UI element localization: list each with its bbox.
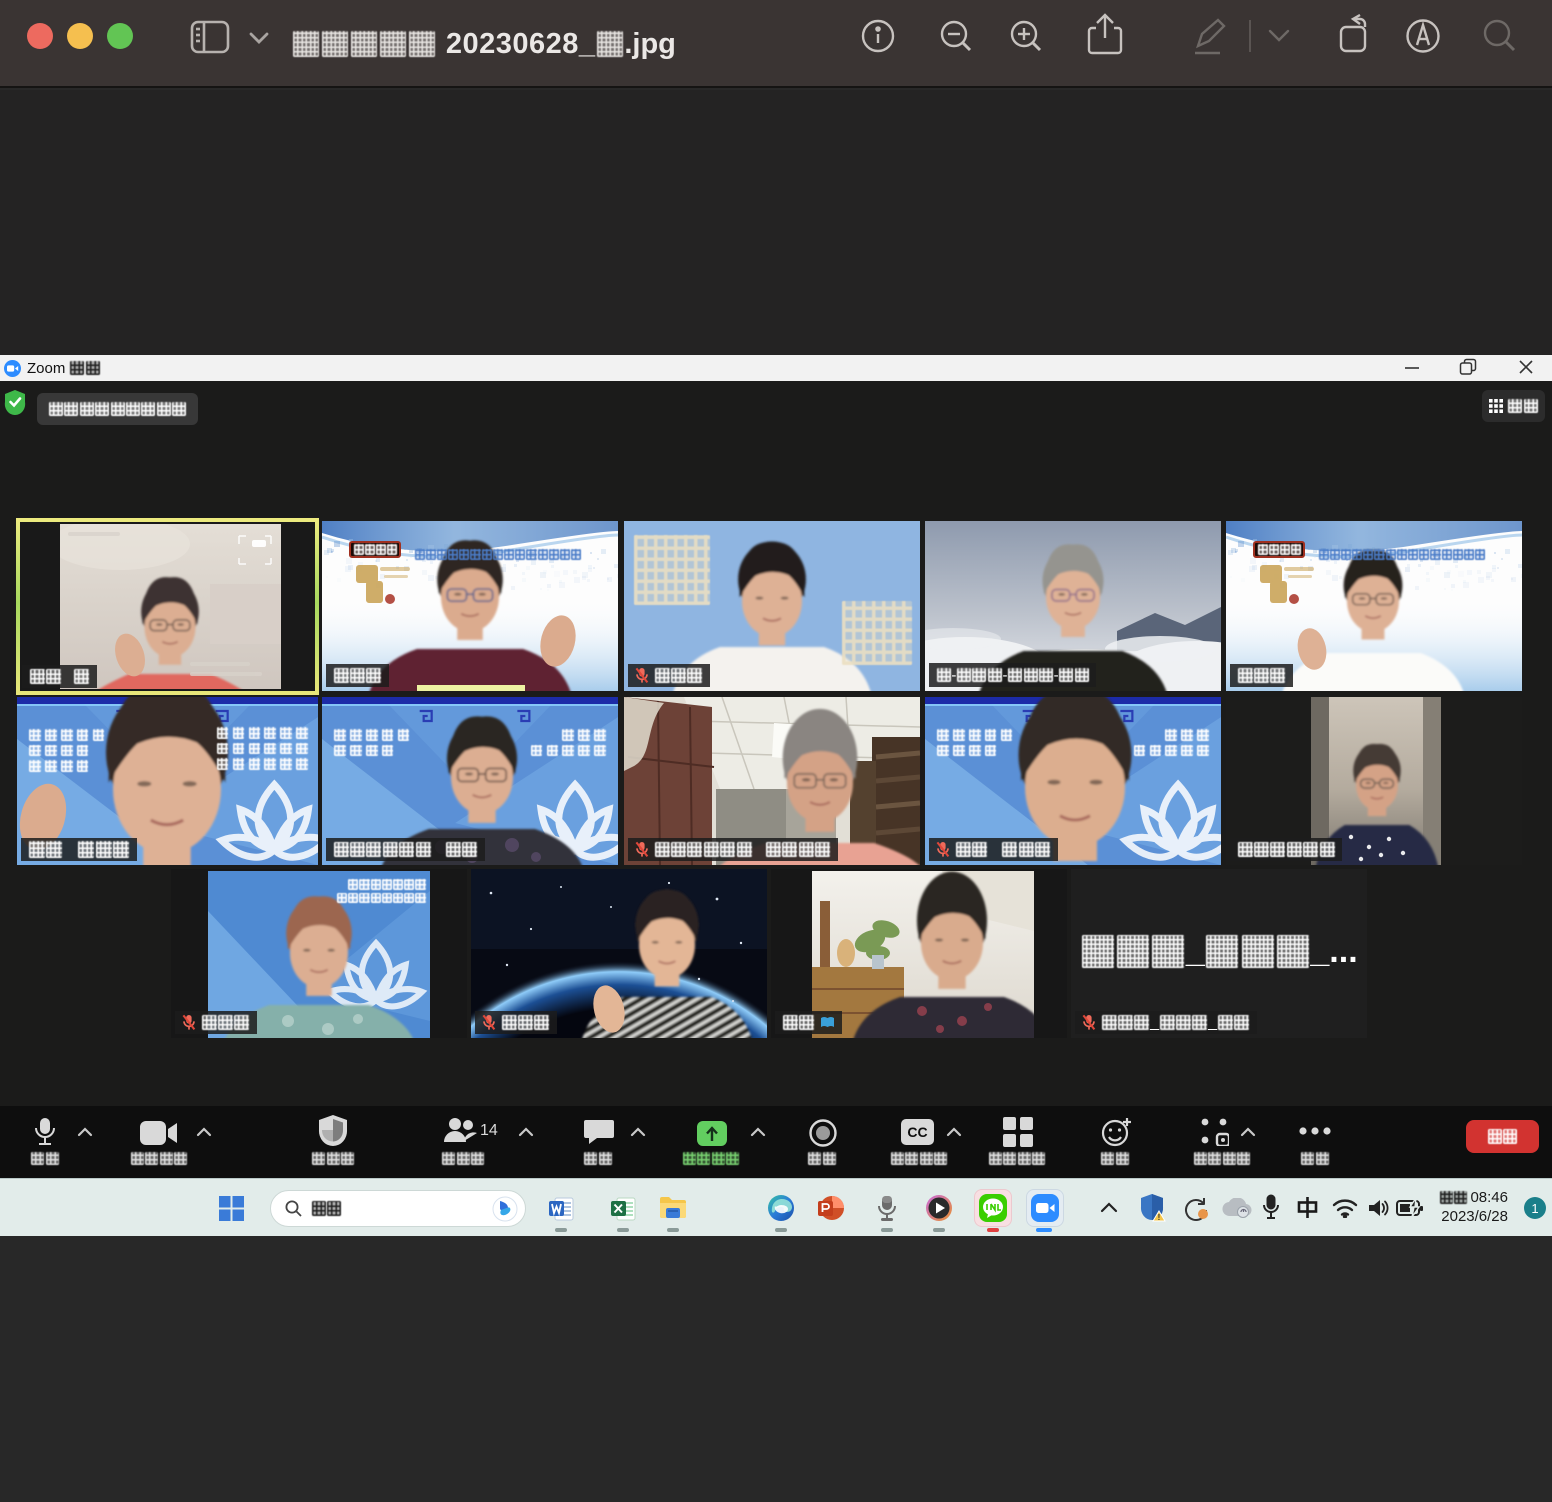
svg-text:!: ! bbox=[1158, 1213, 1161, 1222]
